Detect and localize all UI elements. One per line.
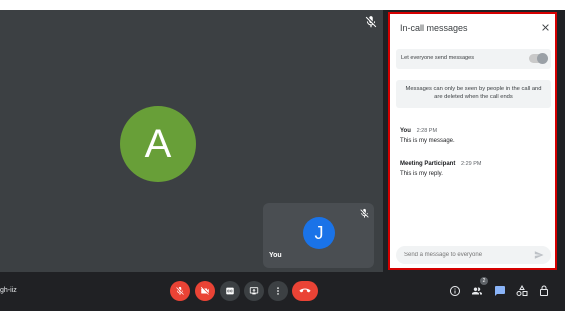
toggle-knob — [537, 53, 548, 64]
leave-call-button[interactable] — [292, 281, 318, 301]
activities-icon[interactable] — [516, 285, 528, 297]
self-video-tile: J You — [263, 203, 374, 268]
chat-icon[interactable] — [494, 285, 506, 297]
captions-icon — [226, 287, 234, 295]
meeting-code: gh-iiz — [0, 287, 17, 294]
message-sender: Meeting Participant — [400, 161, 456, 167]
more-vert-icon — [277, 287, 279, 295]
privacy-notice: Messages can only be seen by people in t… — [396, 80, 551, 108]
close-icon[interactable] — [540, 22, 551, 33]
people-icon[interactable] — [471, 285, 483, 297]
message-time: 2:28 PM — [416, 128, 438, 134]
hang-up-icon — [299, 288, 311, 293]
message-input[interactable] — [404, 249, 529, 261]
mic-off-icon — [365, 16, 377, 28]
chat-message: Meeting Participant 2:29 PM This is my r… — [400, 161, 482, 177]
camera-toggle-button[interactable] — [195, 281, 215, 301]
main-video-tile: A J You — [0, 10, 383, 272]
panel-title: In-call messages — [400, 23, 468, 33]
mic-toggle-button[interactable] — [170, 281, 190, 301]
info-icon[interactable] — [449, 285, 461, 297]
self-avatar: J — [303, 217, 335, 249]
present-button[interactable] — [244, 281, 264, 301]
message-text: This is my reply. — [400, 171, 443, 177]
message-time: 2:29 PM — [461, 161, 482, 167]
present-screen-icon — [249, 287, 259, 295]
captions-button[interactable] — [220, 281, 240, 301]
chat-message: You 2:28 PM This is my message. — [400, 128, 455, 144]
participant-count-badge: 2 — [480, 277, 488, 285]
self-name-label: You — [269, 252, 282, 259]
mic-off-icon — [360, 208, 369, 218]
message-compose-box — [396, 246, 551, 264]
message-text: This is my message. — [400, 138, 455, 144]
participant-avatar: A — [120, 106, 196, 182]
meeting-stage: A J You In-call messages Let everyone se… — [0, 10, 565, 311]
message-sender: You — [400, 128, 411, 134]
send-permission-row: Let everyone send messages — [396, 49, 551, 69]
more-options-button[interactable] — [268, 281, 288, 301]
in-call-messages-panel: In-call messages Let everyone send messa… — [388, 12, 557, 270]
send-icon[interactable] — [534, 250, 544, 260]
mic-off-icon — [176, 286, 184, 295]
host-controls-icon[interactable] — [538, 285, 550, 297]
send-permission-toggle[interactable] — [529, 53, 548, 64]
camera-off-icon — [200, 286, 209, 295]
send-permission-label: Let everyone send messages — [401, 55, 475, 61]
